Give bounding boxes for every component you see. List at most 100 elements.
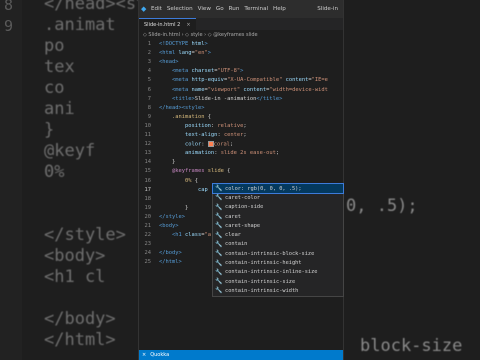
code-line[interactable]: </body>	[159, 250, 182, 256]
code-line[interactable]: <!DOCTYPE html>	[159, 41, 208, 47]
code-line[interactable]: <head>	[159, 59, 178, 65]
code-line[interactable]: text-align: center;	[159, 132, 247, 138]
line-number: 4	[147, 68, 151, 75]
background-code-line: </body>	[44, 309, 116, 329]
background-code-line: 0%	[44, 162, 65, 182]
line-number: 11	[144, 132, 152, 138]
line-number: 13	[144, 150, 152, 157]
background-line-number: 9	[4, 17, 14, 35]
menu-selection[interactable]: Selection	[167, 6, 193, 12]
background-code-line: tex	[44, 57, 75, 77]
menu-edit[interactable]: Edit	[151, 6, 162, 12]
line-number: 16	[144, 177, 152, 184]
wrench-icon: 🔧	[215, 194, 223, 202]
wrench-icon: 🔧	[215, 287, 223, 295]
wrench-icon: 🔧	[215, 250, 223, 258]
background-code-line: <body>	[44, 246, 106, 266]
line-number: 12	[144, 141, 152, 148]
code-line[interactable]: cap	[159, 187, 208, 193]
tab-close-icon[interactable]: ×	[186, 22, 190, 28]
wrench-icon: 🔧	[215, 213, 223, 221]
code-line[interactable]: <html lang="en">	[159, 50, 211, 56]
suggestion-label: contain	[225, 241, 248, 248]
editor-window: ◆ Edit Selection View Go Run Terminal He…	[138, 0, 344, 360]
suggestion-label: contain-intrinsic-inline-size	[225, 269, 318, 276]
code-line[interactable]: <meta charset="UTF-8">	[159, 68, 243, 74]
line-number: 20	[144, 213, 152, 220]
suggestion-item[interactable]: 🔧 contain-intrinsic-inline-size	[213, 268, 343, 277]
suggestion-item[interactable]: 🔧 contain-intrinsic-height	[213, 258, 343, 267]
menu-help[interactable]: Help	[273, 6, 286, 12]
code-line[interactable]: 0% {	[159, 178, 198, 184]
menu-bar: ◆ Edit Selection View Go Run Terminal He…	[139, 0, 343, 18]
line-number: 21	[144, 223, 152, 229]
breadcrumb[interactable]: ◇ Slide-in.html › ◇ style › ◇ @keyframes…	[139, 30, 343, 41]
suggestion-item[interactable]: 🔧 contain	[213, 240, 343, 249]
code-line[interactable]: position: relative;	[159, 123, 247, 129]
status-bar: × Quokka	[139, 350, 343, 360]
background-fragment: block-size	[360, 336, 463, 356]
line-number: 18	[144, 195, 152, 202]
suggestion-label: caption-side	[225, 204, 264, 211]
background-line-number: 8	[4, 0, 14, 14]
line-number: 23	[144, 241, 152, 248]
menu-run[interactable]: Run	[229, 6, 240, 12]
code-line[interactable]: </html>	[159, 259, 182, 265]
suggestion-item[interactable]: 🔧 caret-color	[213, 193, 343, 202]
code-line[interactable]: }	[159, 205, 188, 211]
status-quokka[interactable]: Quokka	[150, 352, 169, 358]
suggestion-item[interactable]: 🔧 contain-intrinsic-block-size	[213, 249, 343, 258]
tab-bar: Slide-in.html 2 ×	[139, 18, 343, 31]
line-number: 7	[147, 95, 151, 102]
background-code-line: ani	[44, 99, 75, 119]
background-code-line: co	[44, 78, 65, 98]
code-line[interactable]: color: coral;	[159, 141, 233, 148]
line-number: 10	[144, 122, 152, 129]
code-line[interactable]: </style>	[159, 214, 185, 220]
code-line[interactable]: <meta http-equiv="X-UA-Compatible" conte…	[159, 77, 328, 83]
suggestion-item[interactable]: 🔧 clear	[213, 230, 343, 239]
line-number: 17	[144, 186, 152, 193]
suggestion-item[interactable]: 🔧 contain-intrinsic-width	[213, 286, 343, 295]
background-code-line: }	[44, 120, 55, 140]
wrench-icon: 🔧	[215, 203, 223, 211]
remote-close-icon[interactable]: ×	[142, 352, 146, 358]
line-number: 2	[147, 50, 151, 57]
suggestion-item[interactable]: 🔧 contain-intrinsic-size	[213, 277, 343, 286]
line-number: 6	[147, 86, 151, 93]
wrench-icon: 🔧	[215, 278, 223, 286]
background-code-line: .animat	[44, 15, 116, 35]
code-line[interactable]: }	[159, 159, 175, 165]
code-line[interactable]: <body>	[159, 223, 178, 229]
tab-label: Slide-in.html 2	[144, 22, 181, 28]
menu-view[interactable]: View	[198, 6, 211, 12]
suggestion-item[interactable]: 🔧 color: rgb(0, 0, 0, .5);	[212, 182, 344, 195]
line-number: 5	[147, 77, 151, 84]
wrench-icon: 🔧	[215, 259, 223, 267]
line-number: 1	[147, 41, 151, 47]
wrench-icon: 🔧	[215, 222, 223, 230]
code-line[interactable]: </head><style>	[159, 105, 204, 111]
background-code-line: <h1 cl	[44, 267, 106, 287]
suggestion-label: color: rgb(0, 0, 0, .5);	[225, 185, 302, 192]
suggestion-label: contain-intrinsic-size	[225, 278, 296, 285]
code-line[interactable]: animation: slide 2s ease-out;	[159, 150, 279, 156]
suggestion-label: caret-color	[225, 194, 261, 201]
suggestion-label: contain-intrinsic-height	[225, 260, 302, 267]
suggestion-item[interactable]: 🔧 caret	[213, 212, 343, 221]
code-line[interactable]: <h1 class="a	[159, 232, 211, 238]
code-line[interactable]: <meta name="viewport" content="width=dev…	[159, 87, 328, 93]
menu-go[interactable]: Go	[216, 6, 224, 12]
wrench-icon: 🔧	[215, 268, 223, 276]
suggestion-popup[interactable]: 🔧 color: rgb(0, 0, 0, .5); 🔧 caret-color 🔧 ca…	[212, 182, 344, 297]
code-line[interactable]: <title>Slide-in -animation</title>	[159, 96, 282, 102]
suggestion-item[interactable]: 🔧 caption-side	[213, 203, 343, 212]
line-number: 3	[147, 59, 151, 66]
wrench-icon: 🔧	[215, 231, 223, 239]
code-line[interactable]: @keyframes slide {	[159, 168, 230, 174]
vscode-logo-icon: ◆	[141, 4, 147, 13]
code-line[interactable]: .animation {	[159, 114, 211, 120]
line-number: 25	[144, 259, 152, 266]
suggestion-item[interactable]: 🔧 caret-shape	[213, 221, 343, 230]
menu-terminal[interactable]: Terminal	[244, 6, 268, 12]
